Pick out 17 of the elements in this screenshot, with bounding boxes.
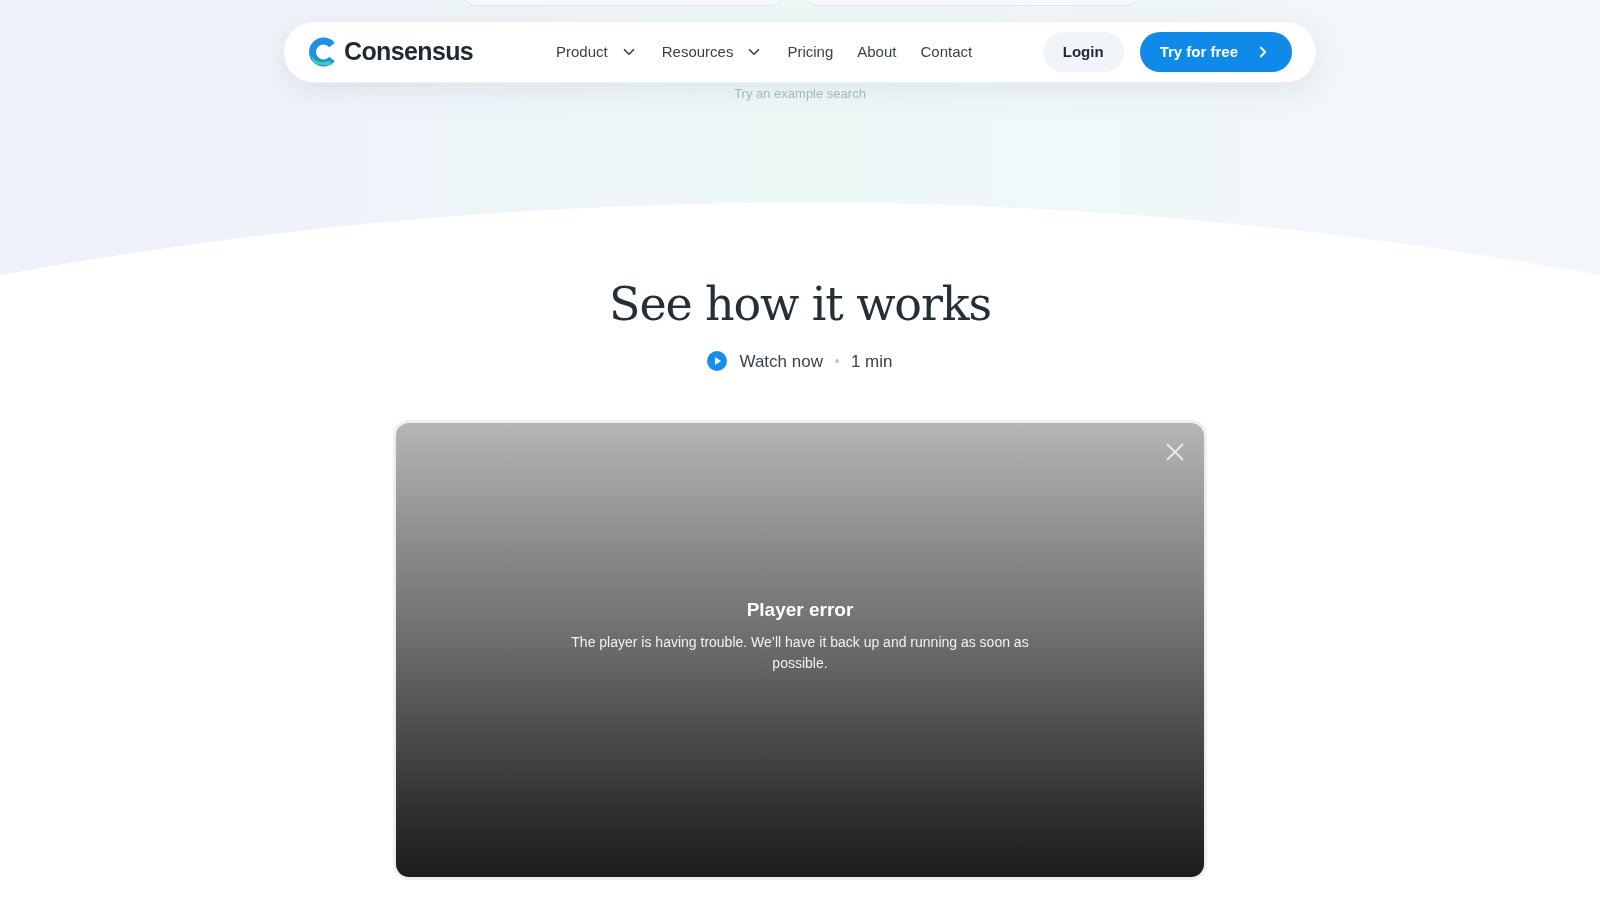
logo-icon <box>308 37 336 67</box>
login-button[interactable]: Login <box>1042 32 1124 72</box>
error-message: The player is having trouble. We’ll have it back up and running as soon as possible. <box>570 633 1030 674</box>
video-duration: 1 min <box>850 350 893 373</box>
try-for-free-button[interactable]: Try for free <box>1139 32 1292 72</box>
brand-name[interactable]: Consensus <box>344 33 474 71</box>
nav-link[interactable]: Resources <box>661 40 764 64</box>
error-title: Player error <box>746 597 854 622</box>
section-title: See how it works <box>609 275 991 333</box>
play-icon <box>707 351 728 372</box>
nav-link[interactable]: Pricing <box>787 40 834 64</box>
video-player[interactable]: Player error The player is having trouble. We’ll have it back up and running as soon as possible. <box>393 420 1207 880</box>
nav-link[interactable]: About <box>857 40 897 64</box>
nav-link[interactable]: Contact <box>920 40 973 64</box>
watch-now-link[interactable]: Watch now <box>739 348 823 374</box>
example-search-hint: Try an example search <box>734 85 866 103</box>
nav-link[interactable]: Product <box>556 40 638 64</box>
